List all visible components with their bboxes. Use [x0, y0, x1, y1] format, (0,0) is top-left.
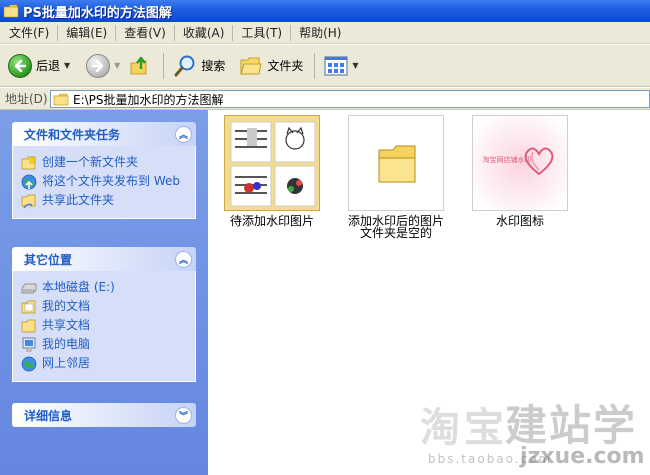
toolbar: 后退 ▼ ▼ 搜索 文件夹 ▼ [0, 45, 650, 87]
folders-button[interactable]: 文件夹 [236, 50, 306, 82]
computer-icon [21, 337, 37, 353]
menu-edit[interactable]: 编辑(E) [59, 22, 114, 43]
place-my-computer[interactable]: 我的电脑 [21, 337, 187, 353]
collapse-up-icon[interactable]: ︽ [175, 250, 192, 268]
menu-view[interactable]: 查看(V) [117, 22, 173, 43]
collapse-up-icon[interactable]: ︽ [175, 125, 192, 143]
forward-button[interactable]: ▼ [83, 50, 123, 82]
expand-down-icon[interactable]: ︾ [175, 406, 192, 424]
back-button[interactable]: 后退 ▼ [5, 50, 73, 82]
menu-help[interactable]: 帮助(H) [292, 22, 348, 43]
search-icon [174, 55, 195, 76]
address-path: E:\PS批量加水印的方法图解 [73, 92, 224, 107]
file-item[interactable]: 待添加水印图片 [212, 115, 332, 227]
publish-web-icon [21, 174, 37, 190]
back-label: 后退 [36, 59, 61, 73]
other-places-panel: 其它位置 ︽ 本地磁盘 (E:) 我的文档 共享文档 我的电脑 网上邻居 [12, 247, 196, 382]
watermark-text: jzxue.com [520, 444, 645, 469]
menu-divider [290, 24, 292, 41]
watermark-sample-text: 淘宝网店铺水印 [482, 156, 532, 164]
image-thumbnail-icon: 淘宝网店铺水印 [472, 115, 568, 211]
folders-label: 文件夹 [267, 59, 304, 73]
dropdown-arrow-icon[interactable]: ▼ [64, 61, 70, 70]
panel-body: 创建一个新文件夹 将这个文件夹发布到 Web 共享此文件夹 [12, 146, 196, 219]
folder-icon [53, 93, 69, 105]
address-bar: 地址(D) E:\PS批量加水印的方法图解 [0, 88, 650, 110]
menu-divider [57, 24, 59, 41]
empty-folder-icon [348, 115, 444, 211]
details-panel: 详细信息 ︾ [12, 403, 196, 427]
task-new-folder[interactable]: 创建一个新文件夹 [21, 155, 187, 171]
task-share-folder[interactable]: 共享此文件夹 [21, 193, 187, 209]
toolbar-divider [163, 52, 165, 79]
place-label: 网上邻居 [42, 356, 91, 370]
folder-icon [3, 4, 19, 18]
dropdown-arrow-icon[interactable]: ▼ [114, 61, 120, 70]
address-label: 地址(D) [5, 92, 48, 106]
back-arrow-icon [8, 53, 32, 78]
address-input[interactable]: E:\PS批量加水印的方法图解 [50, 90, 650, 108]
file-name: 待添加水印图片 [229, 214, 314, 228]
drive-icon [21, 280, 37, 296]
panel-header[interactable]: 其它位置 ︽ [12, 247, 196, 271]
search-button[interactable]: 搜索 [170, 50, 228, 82]
panel-title: 文件和文件夹任务 [24, 127, 121, 142]
network-icon [21, 356, 37, 372]
title-bar[interactable]: PS批量加水印的方法图解 [0, 0, 650, 22]
panel-header[interactable]: 文件和文件夹任务 ︽ [12, 122, 196, 146]
share-folder-icon [21, 193, 37, 209]
task-label: 创建一个新文件夹 [42, 155, 139, 169]
place-label: 我的文档 [42, 299, 91, 313]
shared-docs-icon [21, 318, 37, 334]
menu-divider [173, 24, 175, 41]
place-local-disk[interactable]: 本地磁盘 (E:) [21, 280, 187, 296]
menu-bar: 文件(F) 编辑(E) 查看(V) 收藏(A) 工具(T) 帮助(H) [0, 22, 650, 44]
file-tasks-panel: 文件和文件夹任务 ︽ 创建一个新文件夹 将这个文件夹发布到 Web 共享此文件夹 [12, 122, 196, 219]
folders-icon [240, 57, 262, 74]
menu-favorites[interactable]: 收藏(A) [176, 22, 232, 43]
window-title: PS批量加水印的方法图解 [23, 5, 172, 21]
menu-divider [232, 24, 234, 41]
new-folder-icon [21, 155, 37, 171]
menu-file[interactable]: 文件(F) [2, 22, 56, 43]
place-network[interactable]: 网上邻居 [21, 356, 187, 372]
menu-tools[interactable]: 工具(T) [234, 22, 289, 43]
panel-title: 其它位置 [24, 252, 73, 267]
search-label: 搜索 [201, 59, 226, 73]
panel-body: 本地磁盘 (E:) 我的文档 共享文档 我的电脑 网上邻居 [12, 271, 196, 382]
forward-arrow-icon [86, 53, 111, 78]
folder-thumbnail-icon [224, 115, 320, 211]
task-publish-web[interactable]: 将这个文件夹发布到 Web [21, 174, 187, 190]
file-item[interactable]: 添加水印后的图片 文件夹是空的 [336, 115, 456, 239]
toolbar-divider [314, 52, 316, 79]
task-label: 共享此文件夹 [42, 193, 115, 207]
dropdown-arrow-icon[interactable]: ▼ [352, 61, 358, 70]
views-button[interactable]: ▼ [321, 50, 361, 82]
documents-icon [21, 299, 37, 315]
place-label: 本地磁盘 (E:) [42, 280, 115, 294]
file-name: 水印图标 [495, 214, 544, 228]
task-label: 将这个文件夹发布到 Web [42, 174, 180, 188]
views-icon [324, 56, 348, 75]
up-folder-icon [130, 56, 147, 74]
task-pane: 文件和文件夹任务 ︽ 创建一个新文件夹 将这个文件夹发布到 Web 共享此文件夹… [0, 110, 208, 475]
watermark-text: 淘宝 [420, 405, 508, 451]
place-shared-documents[interactable]: 共享文档 [21, 318, 187, 334]
panel-title: 详细信息 [24, 408, 73, 423]
file-name: 添加水印后的图片 文件夹是空的 [347, 214, 444, 240]
file-item[interactable]: 淘宝网店铺水印 水印图标 [460, 115, 580, 227]
place-label: 我的电脑 [42, 337, 91, 351]
up-folder-button[interactable] [125, 50, 155, 82]
place-label: 共享文档 [42, 318, 91, 332]
menu-divider [115, 24, 117, 41]
panel-header[interactable]: 详细信息 ︾ [12, 403, 196, 427]
place-my-documents[interactable]: 我的文档 [21, 299, 187, 315]
